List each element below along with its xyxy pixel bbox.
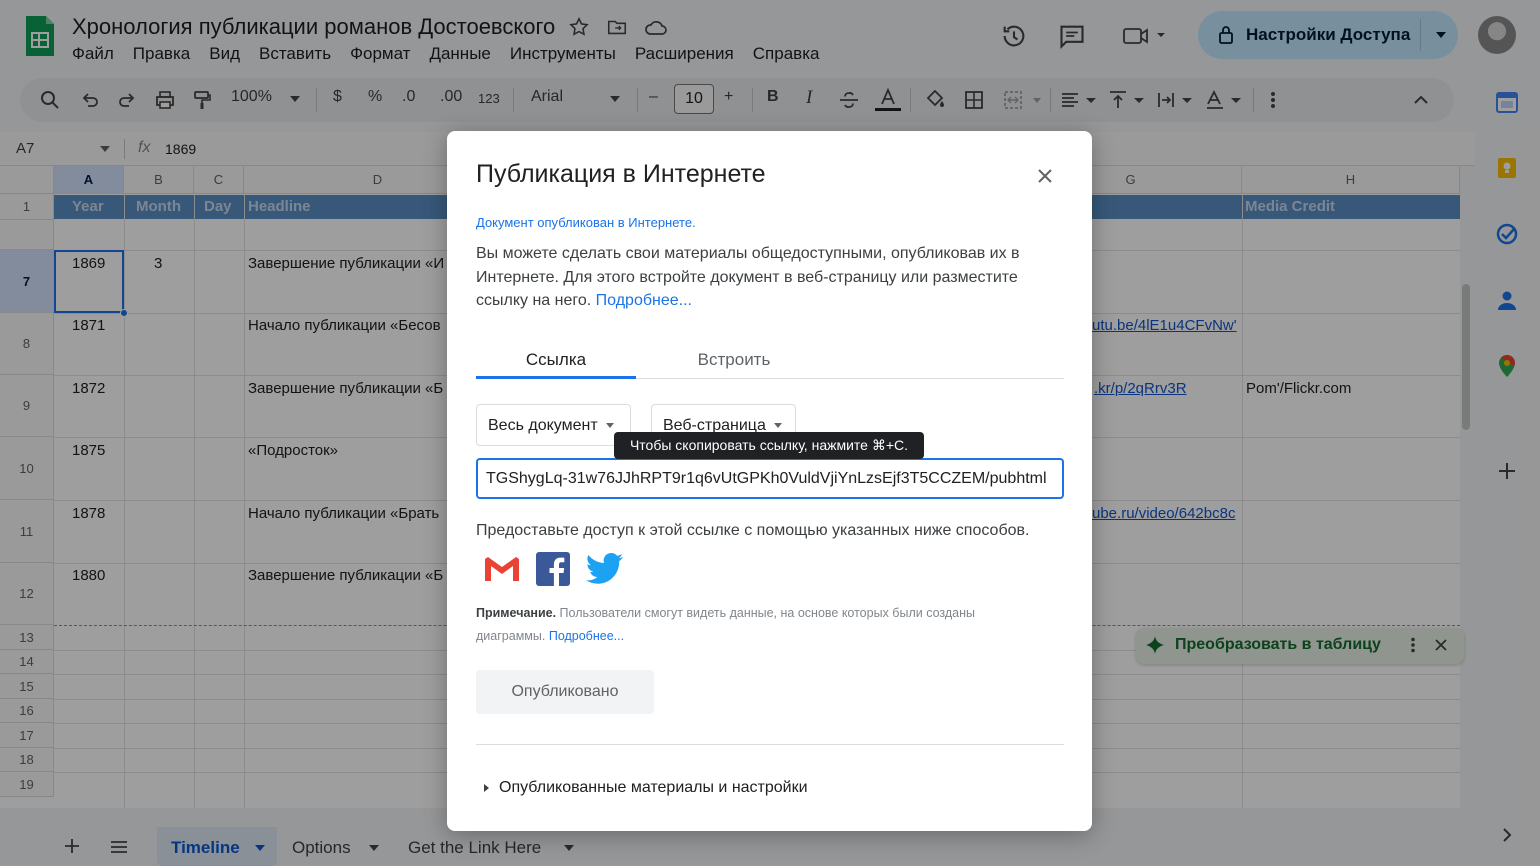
facebook-icon[interactable] (535, 551, 573, 587)
published-settings-label: Опубликованные материалы и настройки (499, 779, 808, 796)
caret-right-icon (484, 783, 489, 792)
published-settings-toggle[interactable]: Опубликованные материалы и настройки (484, 779, 808, 797)
scope-select-value: Весь документ (488, 417, 598, 434)
dialog-note: Примечание. Пользователи смогут видеть д… (476, 602, 1036, 648)
publish-url-text: TGShygLq-31w76JJhRPT9r1q6vUtGPKh0VuldVji… (486, 470, 1047, 487)
dialog-description: Вы можете сделать свои материалы общедос… (476, 242, 1066, 313)
note-learn-more-link[interactable]: Подробнее... (549, 629, 624, 643)
tab-embed[interactable]: Встроить (654, 350, 814, 370)
dialog-title: Публикация в Интернете (476, 160, 766, 188)
publish-status: Документ опубликован в Интернете. (476, 215, 696, 230)
twitter-icon[interactable] (585, 551, 623, 587)
tab-link[interactable]: Ссылка (476, 350, 636, 370)
chevron-down-icon (605, 423, 614, 429)
description-text: Вы можете сделать свои материалы общедос… (476, 245, 1020, 309)
note-label: Примечание. (476, 606, 557, 620)
share-instructions: Предоставьте доступ к этой ссылке с помо… (476, 522, 1030, 539)
chevron-down-icon (773, 423, 782, 429)
dialog-divider (476, 744, 1064, 745)
published-button[interactable]: Опубликовано (476, 670, 654, 714)
learn-more-link[interactable]: Подробнее... (596, 292, 692, 309)
publish-url-field[interactable]: TGShygLq-31w76JJhRPT9r1q6vUtGPKh0VuldVji… (476, 458, 1064, 499)
close-icon[interactable] (1034, 165, 1056, 187)
active-tab-indicator (476, 376, 636, 379)
scope-select[interactable]: Весь документ (476, 404, 631, 446)
gmail-icon[interactable] (483, 551, 521, 587)
copy-tooltip: Чтобы скопировать ссылку, нажмите ⌘+C. (614, 432, 924, 459)
